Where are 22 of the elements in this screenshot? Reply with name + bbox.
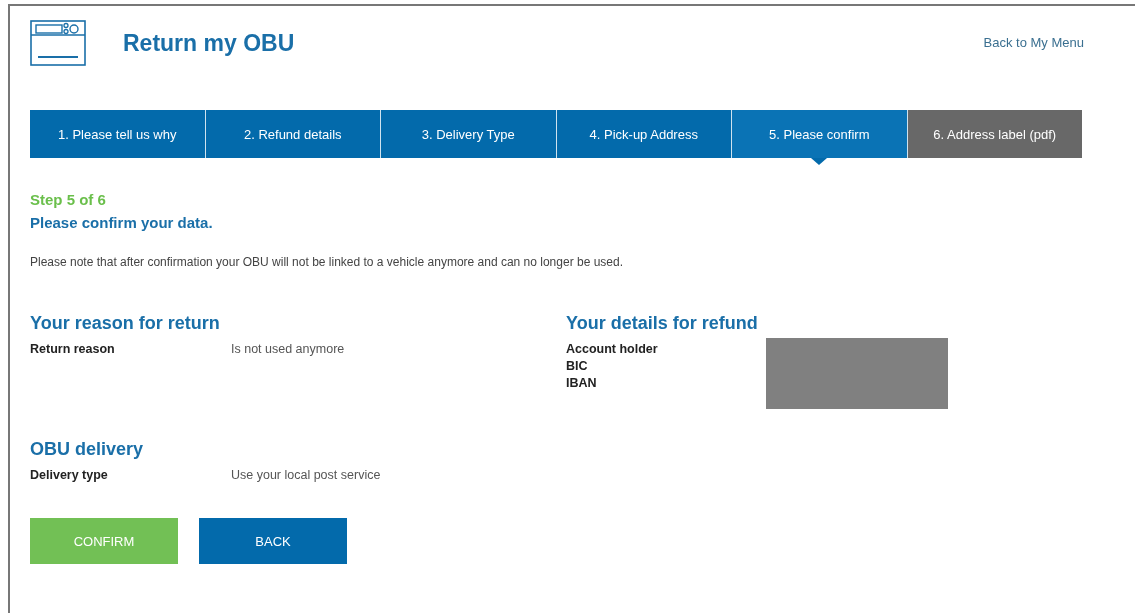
field-value: Use your local post service [231,468,381,482]
field-label: BIC [566,359,589,373]
step-tab[interactable]: 3. Delivery Type [381,110,557,158]
step-tab[interactable]: 4. Pick-up Address [556,110,732,158]
section-title: Your reason for return [30,313,221,334]
back-to-menu-link[interactable]: Back to My Menu [983,35,1084,50]
field-value: Is not used anymore [231,342,345,356]
step-tab[interactable]: 2. Refund details [205,110,381,158]
section-title: Your details for refund [566,313,759,334]
field-label: Return reason [30,342,116,356]
device-icon [30,20,86,66]
pointer-icon [811,158,828,165]
page-heading: Please confirm your data. [30,214,214,231]
field-label: Delivery type [30,468,109,482]
back-button[interactable]: BACK [199,518,347,564]
field-label: Account holder [566,342,659,356]
step-tab[interactable]: 1. Please tell us why [30,110,206,158]
notice-text: Please note that after confirmation your OBU will not be linked to a vehicle anymore and can no longer be used. [30,255,624,269]
section-title: OBU delivery [30,439,145,460]
field-label: IBAN [566,376,598,390]
page-title: Return my OBU [123,29,296,57]
step-counter: Step 5 of 6 [30,191,107,208]
